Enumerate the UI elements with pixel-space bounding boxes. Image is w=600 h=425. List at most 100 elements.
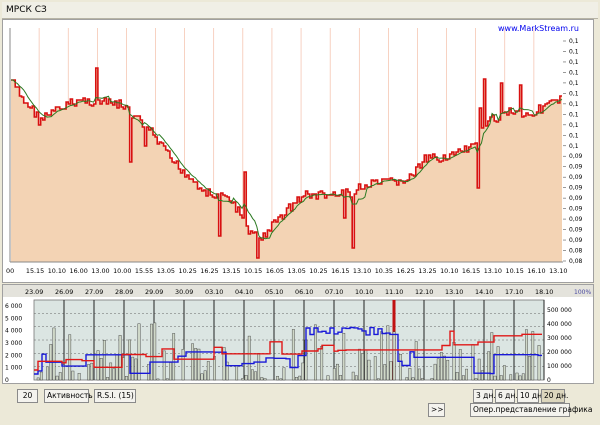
y-tick-label: 0,1	[569, 101, 579, 108]
volume-bar	[440, 352, 443, 381]
volume-bar	[417, 368, 421, 381]
y-tick-label: 0,09	[569, 206, 583, 213]
x-tick-label: 16.25	[397, 267, 415, 275]
volume-bar	[247, 335, 251, 381]
volume-date-label: 13.10	[445, 288, 463, 296]
x-tick-label: 10.25	[309, 267, 327, 275]
range-20-days-button[interactable]: 20 дн.	[541, 389, 568, 403]
y-tick-label: 0,09	[569, 174, 583, 181]
volume-bar	[87, 364, 91, 381]
volume-bar	[339, 375, 342, 381]
brand-link[interactable]: www.MarkStream.ru	[498, 24, 579, 33]
volume-left-tick: 5 000	[5, 315, 22, 322]
volume-bar	[298, 375, 302, 381]
x-tick-label: 16.15	[462, 267, 480, 275]
volume-left-tick: 0	[5, 377, 9, 383]
rsi-button[interactable]: R.S.I. (15)	[94, 389, 136, 403]
operational-view-button[interactable]: Опер.представление графика	[470, 403, 592, 417]
volume-date-label: 30.09	[175, 288, 193, 296]
volume-bar	[377, 378, 380, 381]
volume-bar	[191, 343, 194, 381]
volume-date-label: 14.10	[475, 288, 493, 296]
x-tick-label: 16.05	[266, 267, 284, 275]
volume-bar	[408, 368, 412, 381]
volume-bar	[112, 368, 116, 381]
volume-bar	[399, 354, 402, 381]
x-tick-label: 13.15	[222, 267, 240, 275]
x-tick-label: 13.10	[353, 267, 371, 275]
volume-bar	[414, 341, 418, 381]
y-tick-label: 0,1	[569, 90, 579, 97]
volume-bar	[162, 350, 166, 381]
volume-bar	[276, 376, 279, 381]
volume-bar	[131, 356, 135, 381]
volume-bar	[200, 373, 204, 381]
volume-left-axis: 6 000 5 000 4 000 3 000 2 000 1 000 0	[5, 303, 22, 383]
volume-bar	[458, 349, 462, 381]
volume-bar	[156, 378, 160, 381]
volume-date-label: 04.10	[235, 288, 253, 296]
volume-bar	[241, 378, 245, 381]
volume-chart[interactable]: 23.09 26.09 27.09 28.09 29.09 30.09 03.10 04.10…	[2, 284, 594, 384]
volume-bar	[279, 378, 283, 381]
x-tick-label: 10.25	[179, 267, 197, 275]
x-tick-label: 10.35	[375, 267, 393, 275]
range-10-days-button[interactable]: 10 дн.	[517, 389, 544, 403]
x-tick-label: 15.15	[26, 267, 44, 275]
price-chart[interactable]: 0,1 0,1 0,1 0,1 0,1 0,1 0,1 0,1 0,1 0,1 0,1 0,09 0,0…	[2, 19, 594, 283]
volume-bar	[493, 375, 497, 381]
x-tick-label: 10.10	[440, 267, 458, 275]
volume-date-label: 28.09	[115, 288, 133, 296]
volume-bar	[58, 372, 62, 381]
range-3-days-button[interactable]: 3 дн.	[473, 389, 496, 403]
x-tick-label: 13.25	[418, 267, 436, 275]
volume-bar	[203, 370, 207, 381]
volume-bar	[124, 376, 128, 381]
volume-bar	[462, 375, 465, 381]
volume-date-label: 10.10	[355, 288, 373, 296]
volume-bar	[496, 346, 500, 381]
volume-bar	[109, 362, 113, 381]
volume-bar	[531, 331, 535, 381]
volume-bar	[521, 373, 525, 381]
volume-date-label: 18.10	[535, 288, 553, 296]
y-tick-label: 0,1	[569, 38, 579, 45]
volume-bar	[137, 323, 141, 381]
volume-bar	[52, 327, 56, 381]
range-6-days-button[interactable]: 6 дн.	[495, 389, 518, 403]
volume-bar	[499, 375, 503, 381]
volume-left-tick: 3 000	[5, 340, 22, 347]
volume-bar	[295, 377, 298, 381]
x-tick-label: 13.05	[288, 267, 306, 275]
period-button[interactable]: 20	[17, 389, 38, 403]
x-tick-label: 16.25	[200, 267, 218, 275]
y-tick-label: 0,1	[569, 122, 579, 129]
y-tick-label: 0,1	[569, 80, 579, 87]
x-tick-label: 13.05	[157, 267, 175, 275]
x-tick-label: 10.00	[113, 267, 131, 275]
volume-bar	[411, 377, 415, 381]
volume-bar	[358, 348, 361, 381]
scroll-button[interactable]: >>	[428, 403, 445, 417]
volume-bar	[282, 367, 286, 381]
volume-bar	[405, 377, 409, 381]
volume-right-tick: 500 000	[547, 307, 572, 314]
volume-right-tick: 0	[547, 377, 551, 383]
volume-bar	[490, 332, 494, 381]
volume-bar	[235, 365, 239, 381]
y-tick-label: 0,1	[569, 59, 579, 66]
volume-bar	[77, 373, 81, 381]
volume-date-label: 07.10	[325, 288, 343, 296]
volume-bar	[383, 364, 387, 381]
volume-right-tick: 200 000	[547, 349, 572, 356]
volume-bar	[364, 349, 368, 381]
activity-button[interactable]: Активность	[44, 389, 93, 403]
volume-date-label: 05.10	[265, 288, 283, 296]
volume-bar	[455, 372, 459, 381]
y-tick-label: 0,1	[569, 69, 579, 76]
volume-bar	[380, 331, 383, 381]
volume-bar	[71, 370, 75, 381]
volume-date-label: 26.09	[55, 288, 73, 296]
volume-left-tick: 6 000	[5, 303, 22, 310]
volume-date-label: 11.10	[385, 288, 403, 296]
